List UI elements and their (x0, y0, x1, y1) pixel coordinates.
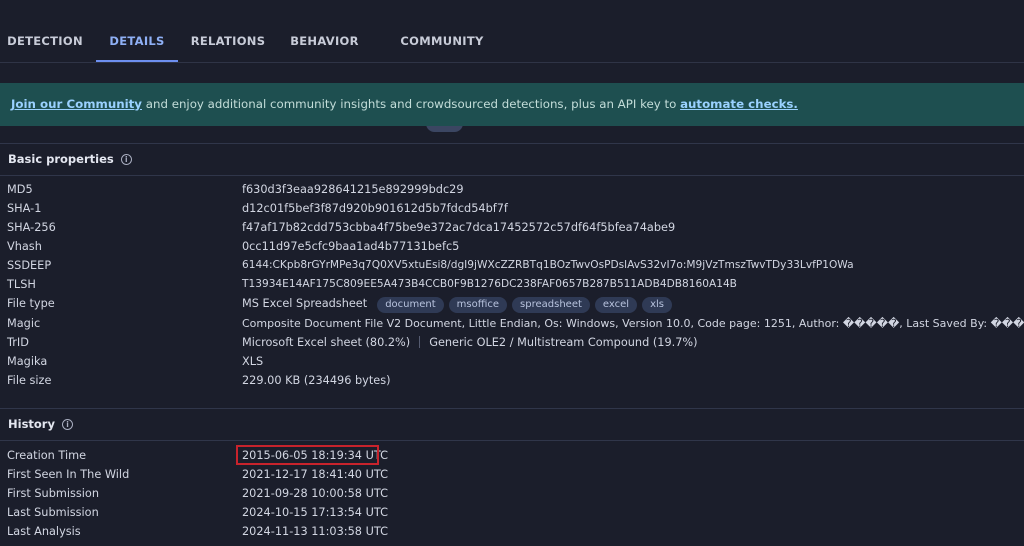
history-title: History i (8, 417, 73, 431)
property-value: XLS (242, 355, 264, 368)
history-row-last-submission: Last Submission 2024-10-15 17:13:54 UTC (0, 503, 1024, 522)
property-key: TrID (7, 336, 29, 349)
property-value: 6144:CKpb8rGYrMPe3q7Q0XV5xtuEsi8/dgI9jWX… (242, 259, 854, 271)
property-row-md5: MD5 f630d3f3eaa928641215e892999bdc29 (0, 180, 1024, 199)
property-key: File size (7, 374, 52, 387)
automate-checks-link[interactable]: automate checks. (680, 97, 798, 111)
divider (0, 408, 1024, 409)
basic-properties-title: Basic properties i (8, 152, 132, 166)
tab-community[interactable]: COMMUNITY17 + (382, 0, 502, 132)
property-value: Composite Document File V2 Document, Lit… (242, 317, 1024, 330)
divider (0, 440, 1024, 441)
tab-label: DETAILS (109, 34, 165, 48)
property-key: Vhash (7, 240, 42, 253)
divider (0, 143, 1024, 144)
history-key: Last Submission (7, 506, 99, 519)
property-value: 0cc11d97e5cfc9baa1ad4b77131befc5 (242, 240, 460, 253)
property-value: f630d3f3eaa928641215e892999bdc29 (242, 183, 464, 196)
trid-secondary: Generic OLE2 / Multistream Compound (19.… (429, 336, 698, 349)
property-key: Magic (7, 317, 41, 330)
tab-relations[interactable]: RELATIONS (189, 0, 267, 62)
trid-primary: Microsoft Excel sheet (80.2%) (242, 336, 411, 349)
property-value: Microsoft Excel sheet (80.2%) Generic OLE… (242, 333, 698, 352)
history-row-last-analysis: Last Analysis 2024-11-13 11:03:58 UTC (0, 522, 1024, 541)
property-key: File type (7, 297, 55, 310)
property-key: SSDEEP (7, 259, 52, 272)
property-row-file-type: File type MS Excel Spreadsheet document ms… (0, 294, 1024, 313)
property-key: Magika (7, 355, 48, 368)
highlight-box (236, 445, 379, 465)
banner-text: and enjoy additional community insights … (142, 97, 681, 111)
tab-behavior[interactable]: BEHAVIOR (286, 0, 363, 62)
join-community-link[interactable]: Join our Community (11, 97, 142, 111)
history-row-first-seen: First Seen In The Wild 2021-12-17 18:41:… (0, 465, 1024, 484)
property-value: T13934E14AF175C809EE5A473B4CCB0F9B1276DC… (242, 278, 737, 290)
section-title-text: Basic properties (8, 152, 114, 166)
property-row-sha1: SHA-1 d12c01f5bef3f87d920b901612d5b7fdcd… (0, 199, 1024, 218)
history-value: 2024-11-13 11:03:58 UTC (242, 525, 388, 538)
property-row-magika: Magika XLS (0, 352, 1024, 371)
property-row-sha256: SHA-256 f47af17b82cdd753cbba4f75be9e372a… (0, 218, 1024, 237)
history-key: Creation Time (7, 449, 87, 462)
tab-bar: DETECTION DETAILS RELATIONS BEHAVIOR COM… (0, 0, 1024, 132)
tab-label: BEHAVIOR (290, 34, 359, 48)
tab-label: COMMUNITY (400, 34, 484, 48)
separator (419, 336, 421, 348)
property-row-ssdeep: SSDEEP 6144:CKpb8rGYrMPe3q7Q0XV5xtuEsi8/… (0, 256, 1024, 275)
tag-excel[interactable]: excel (594, 297, 638, 313)
tab-label: DETECTION (7, 34, 83, 48)
history-key: First Submission (7, 487, 99, 500)
history-key: Last Analysis (7, 525, 81, 538)
divider (0, 175, 1024, 176)
property-row-magic: Magic Composite Document File V2 Documen… (0, 314, 1024, 333)
tag-document[interactable]: document (377, 297, 444, 313)
tag-msoffice[interactable]: msoffice (448, 297, 508, 313)
property-value: f47af17b82cdd753cbba4f75be9e372ac7dca174… (242, 221, 676, 234)
history-value: 2021-09-28 10:00:58 UTC (242, 487, 388, 500)
property-value: MS Excel Spreadsheet document msoffice spre… (242, 294, 672, 313)
history-value: 2021-12-17 18:41:40 UTC (242, 468, 388, 481)
property-row-trid: TrID Microsoft Excel sheet (80.2%) Generi… (0, 333, 1024, 352)
property-row-file-size: File size 229.00 KB (234496 bytes) (0, 371, 1024, 390)
property-key: MD5 (7, 183, 33, 196)
property-key: SHA-256 (7, 221, 56, 234)
history-row-first-submission: First Submission 2021-09-28 10:00:58 UTC (0, 484, 1024, 503)
file-type-text: MS Excel Spreadsheet (242, 297, 368, 310)
property-value: d12c01f5bef3f87d920b901612d5b7fdcd54bf7f (242, 202, 508, 215)
info-icon[interactable]: i (120, 154, 132, 165)
community-banner: Join our Community and enjoy additional … (0, 83, 1024, 126)
tab-details[interactable]: DETAILS (96, 0, 178, 62)
history-value: 2024-10-15 17:13:54 UTC (242, 506, 388, 519)
tag-spreadsheet[interactable]: spreadsheet (512, 297, 590, 313)
tab-label: RELATIONS (190, 34, 266, 48)
tag-xls[interactable]: xls (642, 297, 672, 313)
property-key: SHA-1 (7, 202, 42, 215)
history-key: First Seen In The Wild (7, 468, 130, 481)
history-row-creation-time: Creation Time 2015-06-05 18:19:34 UTC (0, 446, 1024, 465)
property-key: TLSH (7, 278, 36, 291)
property-value: 229.00 KB (234496 bytes) (242, 374, 391, 387)
section-title-text: History (8, 417, 55, 431)
info-icon[interactable]: i (61, 419, 73, 430)
tab-detection[interactable]: DETECTION (0, 0, 90, 62)
property-row-tlsh: TLSH T13934E14AF175C809EE5A473B4CCB0F9B1… (0, 275, 1024, 294)
property-row-vhash: Vhash 0cc11d97e5cfc9baa1ad4b77131befc5 (0, 237, 1024, 256)
